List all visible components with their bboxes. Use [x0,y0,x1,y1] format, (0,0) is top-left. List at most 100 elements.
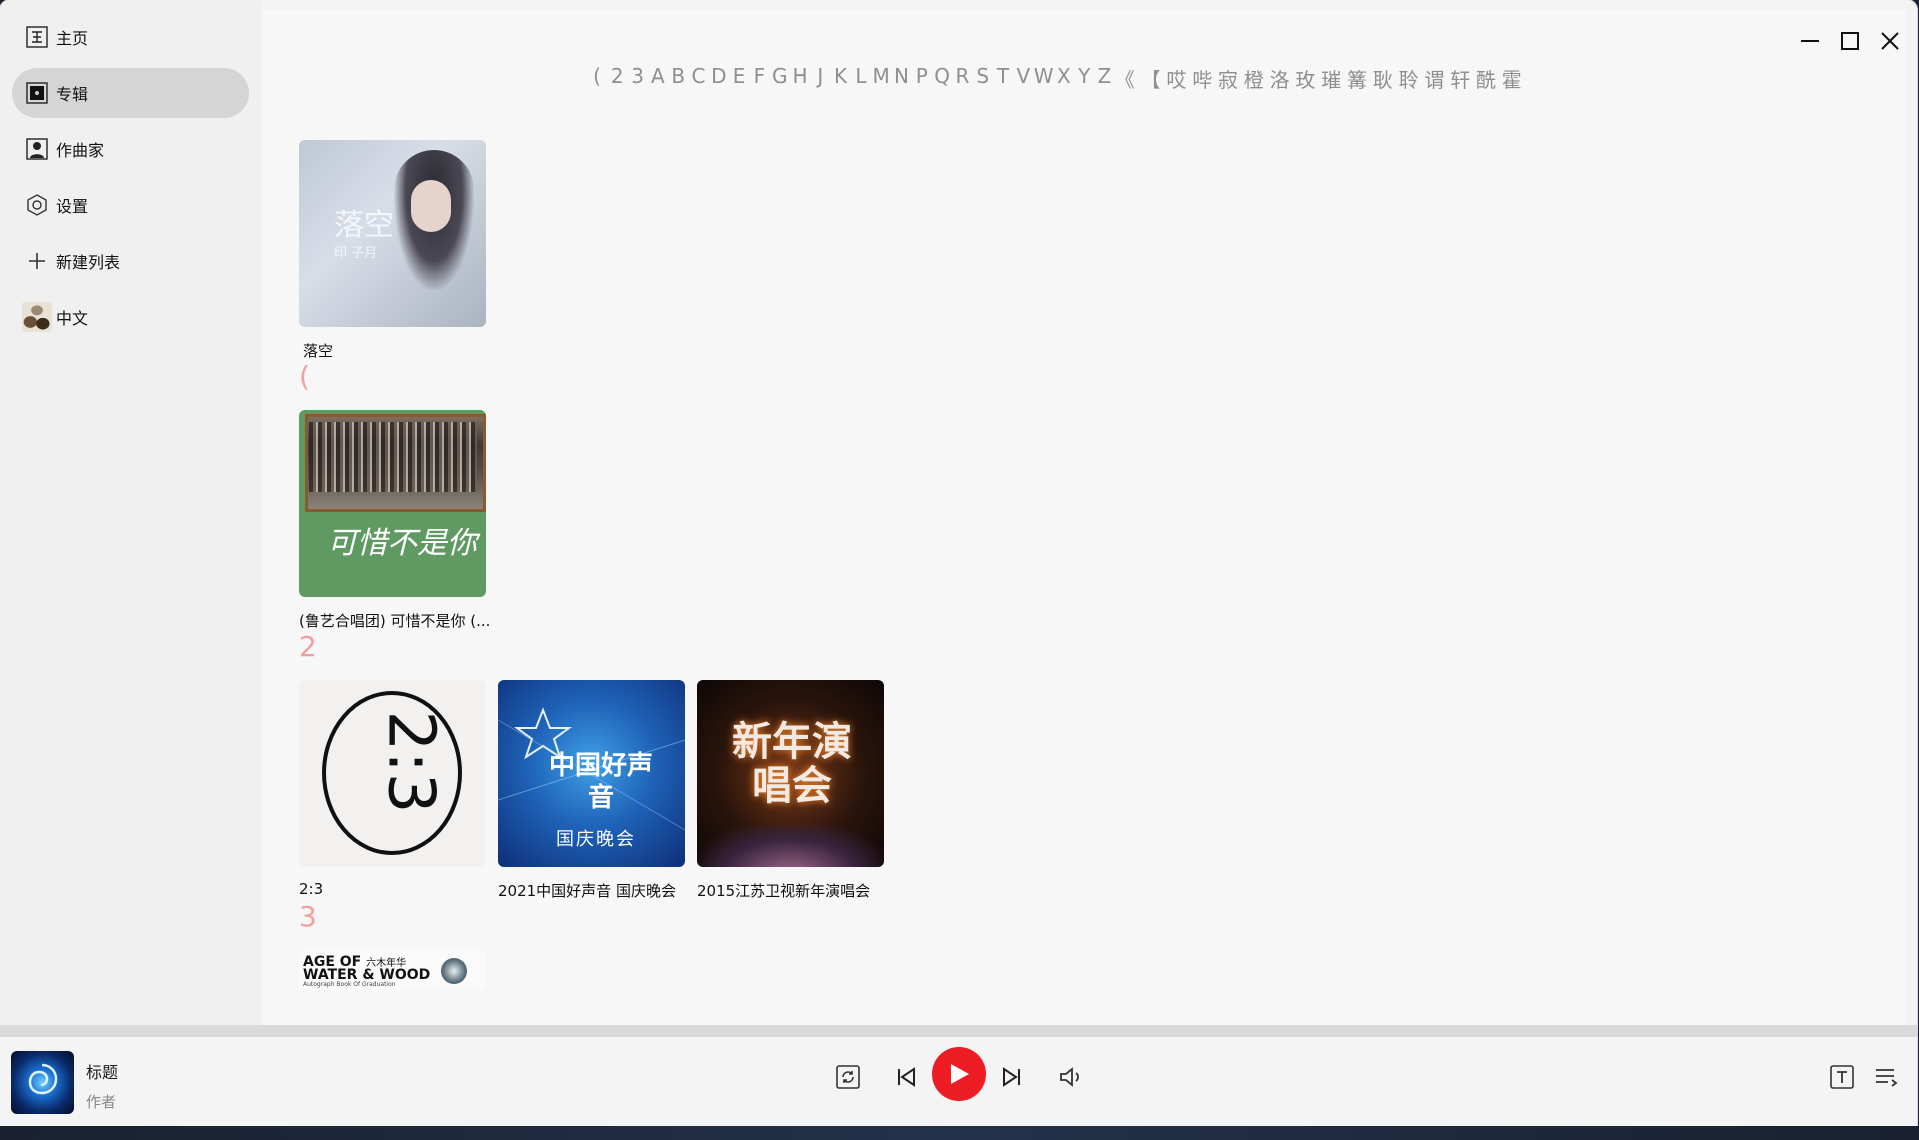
lyrics-button[interactable] [1826,1061,1858,1093]
next-button[interactable] [996,1061,1028,1093]
album-title[interactable]: 2021中国好声音 国庆晚会 [498,880,676,901]
home-icon [22,22,52,52]
os-taskbar [0,1126,1919,1140]
alphabet-index-letter[interactable]: P [916,64,928,88]
group-letter: 3 [299,900,317,933]
play-icon [951,1064,969,1084]
album-icon [22,78,52,108]
progress-bar[interactable] [0,1025,1917,1037]
sidebar-item-label: 作曲家 [56,141,105,160]
volume-button[interactable] [1054,1061,1086,1093]
album-cover-luokong[interactable]: 落空 印 子月 [299,140,486,327]
alphabet-index-letter[interactable]: A [651,64,665,88]
repeat-icon [836,1065,860,1089]
alphabet-index-letter[interactable]: N [894,64,909,88]
album-title[interactable]: 2:3 [299,880,323,898]
sidebar-item-playlist-chinese[interactable]: 中文 [12,292,249,342]
playlist-queue-button[interactable] [1870,1061,1902,1093]
alphabet-index-letter[interactable]: 霍 [1502,64,1522,93]
alphabet-index-letter[interactable]: 洛 [1270,64,1290,93]
alphabet-index-letter[interactable]: 哔 [1192,64,1212,93]
cover-emblem-icon [441,958,467,984]
settings-icon [22,190,52,220]
cover-text: 中国好声音 [548,751,653,813]
alphabet-index-letter[interactable]: 玫 [1295,64,1315,93]
sidebar-item-label: 新建列表 [56,253,121,272]
alphabet-index-letter[interactable]: 橙 [1244,64,1264,93]
alphabet-index-letter[interactable]: J [817,64,823,88]
skip-next-icon [1003,1067,1020,1087]
sidebar-item-composers[interactable]: 作曲家 [12,124,249,174]
alphabet-index-letter[interactable]: Y [1078,64,1090,88]
sidebar-item-label: 中文 [56,309,89,328]
alphabet-index-letter[interactable]: T [997,64,1009,88]
alphabet-index-letter[interactable]: 【 [1141,64,1161,93]
cover-subtext: 国庆晚会 [556,829,636,850]
volume-icon [1060,1067,1079,1087]
maximize-icon [1841,32,1859,50]
alphabet-index-letter[interactable]: V [1016,64,1030,88]
artist-icon [22,134,52,164]
album-cover-2-3[interactable]: 2:3 [299,680,486,867]
minimize-icon [1801,40,1819,42]
alphabet-index-letter[interactable]: E [733,64,746,88]
cover-text: 可惜不是你 [327,526,477,561]
alphabet-index-letter[interactable]: K [834,64,847,88]
alphabet-index-letter[interactable]: 2 [611,64,624,88]
alphabet-index-letter[interactable]: M [873,64,890,88]
album-cover-voice2021[interactable]: 中国好声音 国庆晚会 [498,680,685,867]
alphabet-index-letter[interactable]: 《 [1115,64,1135,93]
alphabet-index-letter[interactable]: 3 [631,64,644,88]
album-list-panel: (2 3 A B C D E F G H J K L M N P Q R S T V W X Y Z 《【哎哔寂橙洛玫璀篝耿聆谓轩… [262,10,1906,1025]
now-playing-title[interactable]: 标题 [86,1059,118,1083]
alphabet-index-letter[interactable]: G [772,64,788,88]
alphabet-index-letter[interactable]: 璀 [1321,64,1341,93]
alphabet-index-letter[interactable]: Q [934,64,950,88]
alphabet-index-letter[interactable]: 篝 [1347,64,1367,93]
maximize-button[interactable] [1832,26,1868,56]
alphabet-index-letter[interactable]: Z [1098,64,1112,88]
now-playing-artist[interactable]: 作者 [86,1091,116,1112]
alphabet-index-letter[interactable]: S [976,64,989,88]
alphabet-index-letter[interactable]: W [1034,64,1054,88]
sidebar-item-settings[interactable]: 设置 [12,180,249,230]
alphabet-index-letter[interactable]: R [955,64,969,88]
group-letter: ( [299,360,310,393]
alphabet-index-letter[interactable]: 酰 [1476,64,1496,93]
cover-subtext: 印 子月 [334,246,378,261]
group-letter: 2 [299,630,317,663]
sidebar-item-albums[interactable]: 专辑 [12,68,249,118]
album-cover-jiangsu2015[interactable]: 新年演唱会 [697,680,884,867]
alphabet-index-letter[interactable]: L [855,64,866,88]
alphabet-index-letter[interactable]: 谓 [1424,64,1444,93]
album-cover-luyi[interactable]: 可惜不是你 [299,410,486,597]
play-button[interactable] [932,1047,986,1101]
alphabet-index-letter[interactable]: 轩 [1450,64,1470,93]
album-title[interactable]: (鲁艺合唱团) 可惜不是你 (... [299,610,490,631]
now-playing-cover[interactable] [11,1051,74,1114]
queue-icon [1876,1069,1898,1087]
previous-button[interactable] [890,1061,922,1093]
sidebar: 主页 专辑 作曲家 设置 新建列表 中文 [0,0,262,1025]
alphabet-index-letter[interactable]: X [1057,64,1071,88]
album-title[interactable]: 2015江苏卫视新年演唱会 [697,880,870,901]
alphabet-index-letter[interactable]: 哎 [1166,64,1186,93]
album-title[interactable]: 落空 [303,340,333,361]
alphabet-index-letter[interactable]: F [754,64,766,88]
close-button[interactable] [1872,26,1908,56]
app-window: 主页 专辑 作曲家 设置 新建列表 中文 (2 3 A B C D E F G… [0,0,1917,1126]
alphabet-index-letter[interactable]: B [671,64,685,88]
sidebar-item-home[interactable]: 主页 [12,12,249,62]
alphabet-index-letter[interactable]: 耿 [1373,64,1393,93]
alphabet-index-letter[interactable]: 聆 [1399,64,1419,93]
sidebar-item-new-list[interactable]: 新建列表 [12,236,249,286]
lyrics-icon [1830,1065,1854,1089]
album-cover-age-of-water[interactable]: AGE OF 六木年华 WATER & WOOD Autograph Book … [299,950,486,990]
minimize-button[interactable] [1792,26,1828,56]
repeat-mode-button[interactable] [832,1061,864,1093]
alphabet-index-letter[interactable]: ( [593,64,601,88]
alphabet-index-letter[interactable]: H [792,64,807,88]
alphabet-index-letter[interactable]: D [711,64,726,88]
alphabet-index-letter[interactable]: C [692,64,706,88]
alphabet-index-letter[interactable]: 寂 [1218,64,1238,93]
